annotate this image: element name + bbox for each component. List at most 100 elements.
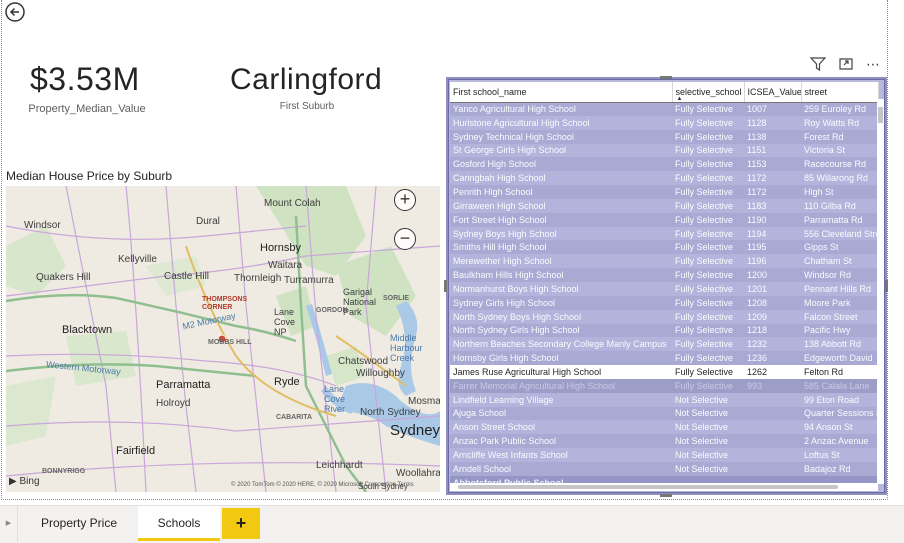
cell-school-name[interactable]: Ajuga School: [450, 406, 672, 421]
cell-icsea-value[interactable]: 1153: [744, 157, 801, 172]
tab-nav-chevron-icon[interactable]: ▶: [0, 506, 18, 542]
cell-icsea-value[interactable]: 1262: [744, 365, 801, 379]
table-row[interactable]: Sydney Girls High School Fully Selective 1…: [450, 295, 878, 310]
cell-street[interactable]: 585 Calala Lane: [801, 378, 878, 393]
cell-selective-school[interactable]: Not Selective: [672, 420, 744, 435]
tab-schools[interactable]: Schools: [138, 506, 220, 541]
cell-selective-school[interactable]: Fully Selective: [672, 254, 744, 269]
cell-selective-school[interactable]: Not Selective: [672, 406, 744, 421]
cell-selective-school[interactable]: Fully Selective: [672, 378, 744, 393]
table-row[interactable]: Northern Beaches Secondary College Manly…: [450, 337, 878, 352]
cell-street[interactable]: High St: [801, 185, 878, 199]
cell-selective-school[interactable]: Fully Selective: [672, 129, 744, 144]
cell-street[interactable]: Pacific Hwy: [801, 323, 878, 338]
table-row[interactable]: James Ruse Agricultural High School Fully…: [450, 365, 878, 379]
cell-selective-school[interactable]: Fully Selective: [672, 115, 744, 130]
cell-icsea-value[interactable]: 1172: [744, 171, 801, 186]
table-row[interactable]: Gosford High School Fully Selective 1153 Ra…: [450, 157, 878, 172]
cell-school-name[interactable]: Anzac Park Public School: [450, 434, 672, 449]
more-options-icon[interactable]: ⋯: [866, 56, 881, 73]
focus-mode-icon[interactable]: [838, 57, 854, 76]
cell-school-name[interactable]: Merewether High School: [450, 254, 672, 269]
cell-selective-school[interactable]: Fully Selective: [672, 240, 744, 255]
cell-selective-school[interactable]: Not Selective: [672, 392, 744, 407]
table-row[interactable]: Arncliffe West Infants School Not Selecti…: [450, 448, 878, 462]
cell-street[interactable]: Pennant Hills Rd: [801, 281, 878, 296]
cell-selective-school[interactable]: Fully Selective: [672, 102, 744, 116]
horizontal-scrollbar[interactable]: [450, 483, 878, 491]
cell-icsea-value[interactable]: 1190: [744, 212, 801, 227]
cell-street[interactable]: Racecourse Rd: [801, 157, 878, 172]
cell-icsea-value[interactable]: 1232: [744, 337, 801, 352]
resize-handle-top[interactable]: [660, 76, 672, 79]
cell-street[interactable]: Chatham St: [801, 254, 878, 269]
cell-selective-school[interactable]: Fully Selective: [672, 198, 744, 213]
cell-school-name[interactable]: North Sydney Girls High School: [450, 323, 672, 338]
cell-school-name[interactable]: Sydney Girls High School: [450, 295, 672, 310]
cell-icsea-value[interactable]: [744, 461, 801, 476]
cell-selective-school[interactable]: Fully Selective: [672, 365, 744, 379]
cell-school-name[interactable]: Sydney Technical High School: [450, 129, 672, 144]
cell-icsea-value[interactable]: 1183: [744, 198, 801, 213]
cell-selective-school[interactable]: Fully Selective: [672, 157, 744, 172]
table-row[interactable]: Yanco Agricultural High School Fully Sele…: [450, 102, 878, 116]
table-row[interactable]: Caringbah High School Fully Selective 1172…: [450, 171, 878, 186]
table-row[interactable]: Anson Street School Not Selective 94 Anson…: [450, 420, 878, 435]
cell-icsea-value[interactable]: 1208: [744, 295, 801, 310]
table-row[interactable]: Baulkham Hills High School Fully Selectiv…: [450, 268, 878, 282]
zoom-in-button[interactable]: +: [394, 189, 416, 211]
back-arrow-icon[interactable]: [4, 1, 26, 23]
cell-school-name[interactable]: Normanhurst Boys High School: [450, 281, 672, 296]
cell-icsea-value[interactable]: [744, 420, 801, 435]
cell-selective-school[interactable]: Fully Selective: [672, 268, 744, 282]
cell-selective-school[interactable]: Fully Selective: [672, 295, 744, 310]
column-header-icsea[interactable]: ICSEA_Value: [744, 82, 802, 103]
cell-icsea-value[interactable]: 1172: [744, 185, 801, 199]
cell-street[interactable]: 138 Abbott Rd: [801, 337, 878, 352]
cell-street[interactable]: 259 Euroley Rd: [801, 102, 878, 116]
table-row[interactable]: Hornsby Girls High School Fully Selective…: [450, 351, 878, 366]
cell-selective-school[interactable]: Fully Selective: [672, 143, 744, 158]
cell-selective-school[interactable]: Not Selective: [672, 461, 744, 476]
cell-selective-school[interactable]: Fully Selective: [672, 185, 744, 199]
cell-street[interactable]: Edgeworth David: [801, 351, 878, 366]
cell-street[interactable]: Victoria St: [801, 143, 878, 158]
table-row[interactable]: Sydney Technical High School Fully Select…: [450, 129, 878, 144]
schools-table[interactable]: First school_name selective_school ▲ ICSE…: [446, 77, 887, 495]
cell-school-name[interactable]: St George Girls High School: [450, 143, 672, 158]
table-row[interactable]: Girraween High School Fully Selective 1183…: [450, 198, 878, 213]
cell-icsea-value[interactable]: 1200: [744, 268, 801, 282]
cell-school-name[interactable]: Gosford High School: [450, 157, 672, 172]
cell-street[interactable]: 556 Cleveland Stre: [801, 226, 878, 241]
cell-selective-school[interactable]: Not Selective: [672, 434, 744, 449]
cell-street[interactable]: Felton Rd: [801, 365, 878, 379]
cell-icsea-value[interactable]: 1218: [744, 323, 801, 338]
column-header-selective-school[interactable]: selective_school ▲: [672, 82, 745, 103]
cell-selective-school[interactable]: Fully Selective: [672, 337, 744, 352]
cell-selective-school[interactable]: Fully Selective: [672, 323, 744, 338]
table-row[interactable]: Farrer Memorial Agricultural High School…: [450, 378, 878, 393]
cell-street[interactable]: Parramatta Rd: [801, 212, 878, 227]
cell-icsea-value[interactable]: [744, 406, 801, 421]
cell-school-name[interactable]: Arncliffe West Infants School: [450, 448, 672, 462]
cell-school-name[interactable]: Fort Street High School: [450, 212, 672, 227]
cell-selective-school[interactable]: Not Selective: [672, 448, 744, 462]
cell-street[interactable]: Moore Park: [801, 295, 878, 310]
resize-handle-right[interactable]: [885, 280, 888, 292]
cell-icsea-value[interactable]: 1209: [744, 309, 801, 324]
cell-school-name[interactable]: North Sydney Boys High School: [450, 309, 672, 324]
cell-school-name[interactable]: Farrer Memorial Agricultural High School: [450, 378, 672, 393]
cell-icsea-value[interactable]: 1194: [744, 226, 801, 241]
table-row[interactable]: Hurlstone Agricultural High School Fully …: [450, 115, 878, 130]
table-row[interactable]: Lindfield Learning Village Not Selective 9…: [450, 392, 878, 407]
cell-street[interactable]: Windsor Rd: [801, 268, 878, 282]
resize-handle-left[interactable]: [444, 280, 447, 292]
cell-icsea-value[interactable]: [744, 392, 801, 407]
cell-school-name[interactable]: Northern Beaches Secondary College Manly…: [450, 337, 672, 352]
cell-school-name[interactable]: Lindfield Learning Village: [450, 392, 672, 407]
cell-selective-school[interactable]: Fully Selective: [672, 226, 744, 241]
cell-school-name[interactable]: Anson Street School: [450, 420, 672, 435]
table-row[interactable]: St George Girls High School Fully Selecti…: [450, 143, 878, 158]
cell-street[interactable]: Forest Rd: [801, 129, 878, 144]
cell-icsea-value[interactable]: 993: [744, 378, 801, 393]
